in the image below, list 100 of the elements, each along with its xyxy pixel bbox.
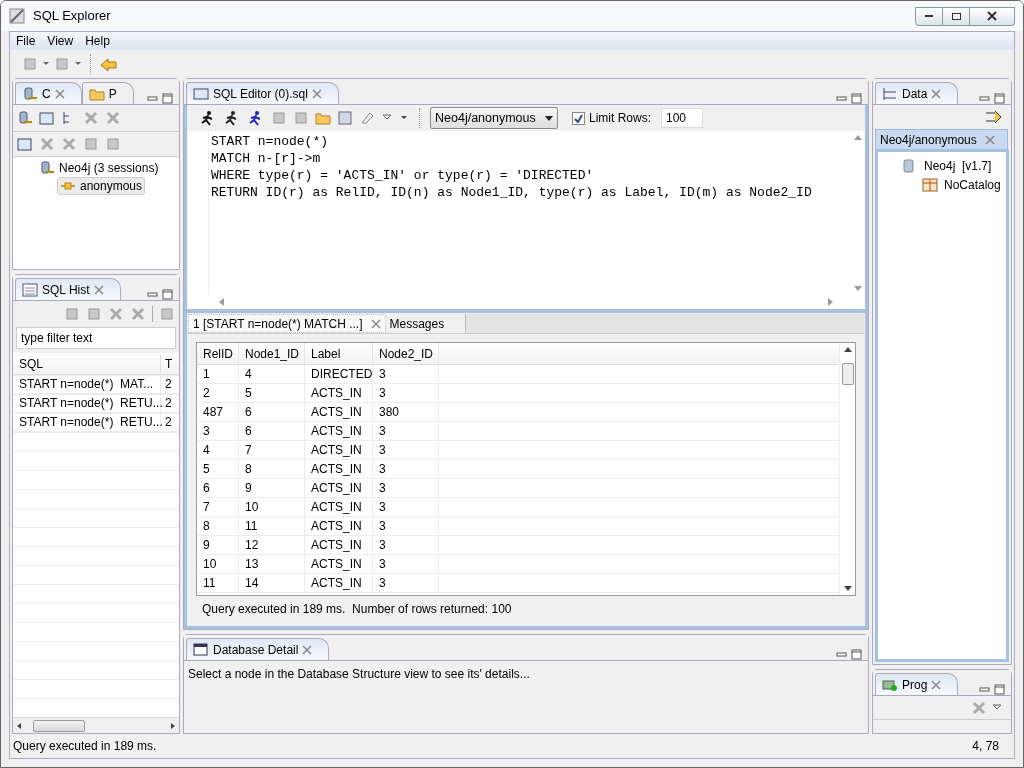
close-icon[interactable] (93, 284, 104, 295)
code-line: START n=node(*) (211, 133, 329, 150)
table-cell: 6 (197, 479, 239, 497)
column-header[interactable]: RelID (197, 343, 239, 364)
menu-item[interactable]: Help (79, 32, 116, 50)
table-cell: 3 (373, 460, 439, 478)
result-tab[interactable]: Messages (385, 314, 466, 333)
panel-tab[interactable]: Database Detail (186, 638, 330, 660)
table-cell: 14 (239, 574, 305, 592)
code-line: WHERE type(r) = 'ACTS_IN' or type(r) = 'DIRECTED' (211, 167, 594, 184)
session-tab[interactable]: Neo4j/anonymous (875, 129, 1008, 149)
column-header[interactable]: Node2_ID (373, 343, 439, 364)
table-cell: 6 (239, 422, 305, 440)
panel-tab[interactable]: P (81, 82, 134, 104)
tree-item[interactable]: Neo4j (3 sessions) (37, 159, 161, 177)
table-cell: ACTS_IN (305, 403, 373, 421)
table-cell: 3 (373, 574, 439, 592)
table-cell: 3 (373, 536, 439, 554)
filter-field[interactable]: type filter text (16, 327, 176, 349)
table-cell: 6 (239, 403, 305, 421)
delete-icon[interactable] (105, 110, 121, 126)
table-cell: 4 (197, 441, 239, 459)
limit-rows-field[interactable]: 100 (661, 108, 703, 128)
detail-message: Select a node in the Database Structure view to see its' details... (187, 666, 531, 683)
panel-tab[interactable]: Data (875, 82, 959, 104)
folder-icon[interactable] (315, 110, 331, 126)
table-cell: START n=node(*) MAT... (13, 375, 161, 393)
maximize-icon[interactable] (851, 649, 862, 660)
scroll-down-icon[interactable] (843, 586, 852, 591)
delete-icon[interactable] (108, 306, 124, 322)
menu-item[interactable]: File (10, 32, 42, 50)
close-icon (987, 11, 997, 21)
delete-icon[interactable] (39, 136, 55, 152)
table-cell: 487 (197, 403, 239, 421)
caret-icon (545, 115, 553, 121)
maximize-icon[interactable] (162, 289, 173, 300)
close-icon[interactable] (311, 88, 322, 99)
table-icon (922, 176, 938, 193)
close-icon[interactable] (931, 88, 942, 99)
close-button[interactable] (970, 6, 1015, 26)
tree-icon (882, 85, 898, 102)
close-icon[interactable] (54, 88, 65, 99)
table-cell: ACTS_IN (305, 555, 373, 573)
table-cell: 12 (239, 536, 305, 554)
table-cell: ACTS_IN (305, 460, 373, 478)
maximize-icon[interactable] (994, 684, 1005, 695)
connection-dropdown[interactable]: Neo4j/anonymous (430, 107, 558, 129)
table-cell: 8 (239, 460, 305, 478)
results-summary: Query executed in 189 ms. Number of rows returned: 100 (201, 602, 513, 617)
panel-tab[interactable]: SQL Hist (15, 278, 121, 300)
table-cell: 5 (239, 384, 305, 402)
minimize-button[interactable] (915, 6, 943, 26)
panel-tab[interactable]: Prog (875, 673, 959, 695)
scrollbar-thumb[interactable] (33, 719, 85, 732)
code-line: MATCH n-[r]->m (211, 150, 321, 167)
column-header[interactable]: Label (305, 343, 373, 364)
tree-item[interactable]: NoCatalog (922, 175, 1001, 194)
table-cell: 3 (373, 498, 439, 516)
table-cell: 3 (373, 422, 439, 440)
limit-rows-checkbox[interactable] (572, 111, 585, 125)
scroll-up-icon[interactable] (843, 347, 852, 352)
table-cell: 13 (239, 555, 305, 573)
table-cell: ACTS_IN (305, 536, 373, 554)
collapse-icon[interactable] (985, 109, 1003, 125)
table-cell: 5 (197, 460, 239, 478)
table-cell: DIRECTED (305, 365, 373, 383)
result-tab[interactable]: 1 [START n=node(*) MATCH ...] (188, 314, 386, 333)
table-cell: ACTS_IN (305, 422, 373, 440)
tree-item[interactable]: anonymous (57, 177, 146, 195)
column-header[interactable]: SQL (13, 354, 161, 373)
maximize-button[interactable] (943, 6, 970, 26)
table-cell: ACTS_IN (305, 479, 373, 497)
close-icon[interactable] (931, 679, 942, 690)
tree-item[interactable]: Neo4j [v1.7] (902, 156, 992, 175)
database-icon (39, 160, 55, 176)
column-header[interactable]: T (161, 354, 173, 373)
panel-tab[interactable]: SQL Editor (0).sql (186, 82, 339, 104)
status-message: Query executed in 189 ms. (13, 738, 157, 755)
table-cell: ACTS_IN (305, 574, 373, 592)
column-header[interactable]: Node1_ID (239, 343, 305, 364)
close-icon[interactable] (370, 318, 381, 329)
list-icon (22, 281, 38, 298)
code-line: RETURN ID(r) as RelID, ID(n) as Node1_ID, type(r) as Label, ID(m) as Node2_ID (211, 184, 812, 201)
scrollbar-thumb[interactable] (841, 363, 854, 385)
panel-tab[interactable]: C (15, 82, 82, 104)
table-cell: 9 (197, 536, 239, 554)
table-cell: 10 (239, 498, 305, 516)
close-icon[interactable] (984, 134, 995, 145)
maximize-icon[interactable] (851, 93, 862, 104)
table-cell: 3 (373, 441, 439, 459)
table-cell: 9 (239, 479, 305, 497)
table-cell: 3 (373, 555, 439, 573)
back-arrow-icon[interactable] (99, 56, 117, 72)
close-icon[interactable] (302, 644, 313, 655)
table-cell: START n=node(*) RETU... (13, 413, 161, 431)
maximize-icon[interactable] (994, 93, 1005, 104)
table-cell: 11 (197, 574, 239, 592)
table-cell-text: 2 (164, 376, 172, 393)
maximize-icon[interactable] (162, 93, 173, 104)
menu-item[interactable]: View (41, 32, 80, 50)
